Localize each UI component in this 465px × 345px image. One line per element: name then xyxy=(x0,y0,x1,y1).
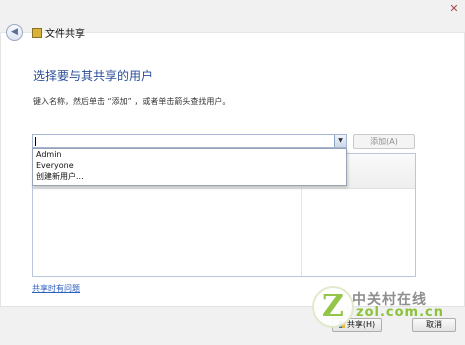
back-button[interactable]: ◀ xyxy=(6,24,23,41)
user-dropdown-list[interactable]: Admin Everyone 创建新用户... xyxy=(32,148,347,186)
sharing-help-link[interactable]: 共享时有问题 xyxy=(32,283,80,294)
share-button-label: 共享(H) xyxy=(346,320,376,329)
close-icon[interactable]: ✕ xyxy=(447,2,461,16)
user-name-combobox[interactable]: ▼ xyxy=(32,134,347,148)
watermark-text-en: zol.com.cn xyxy=(356,305,444,320)
window-title: 文件共享 xyxy=(45,29,85,40)
zol-logo-icon: Z xyxy=(312,286,354,328)
folder-share-icon xyxy=(32,28,42,38)
cancel-button[interactable]: 取消 xyxy=(412,318,456,332)
chevron-down-icon[interactable]: ▼ xyxy=(334,135,346,147)
dropdown-item-create-user[interactable]: 创建新用户... xyxy=(33,171,346,182)
dropdown-item-everyone[interactable]: Everyone xyxy=(33,160,346,171)
text-caret xyxy=(35,137,36,146)
page-heading: 选择要与其共享的用户 xyxy=(33,69,154,83)
instruction-text: 键入名称，然后单击 “添加” ，或者单击箭头查找用户。 xyxy=(33,97,231,106)
add-button[interactable]: 添加(A) xyxy=(353,134,415,149)
dropdown-item-admin[interactable]: Admin xyxy=(33,149,346,160)
